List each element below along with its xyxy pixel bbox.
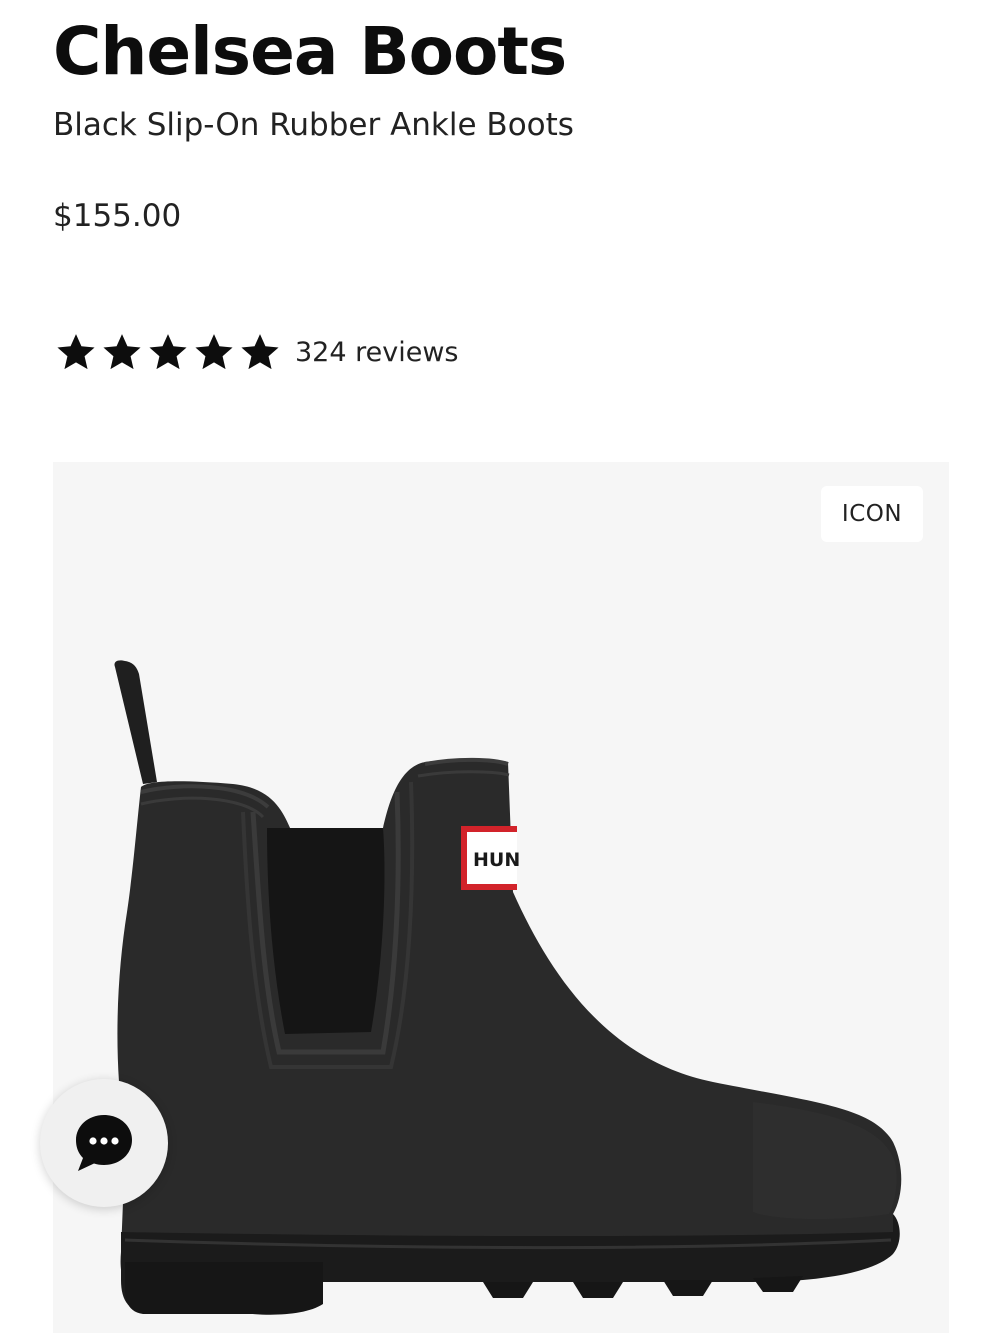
review-count-link[interactable]: 324 reviews: [295, 337, 458, 368]
icon-badge: ICON: [821, 486, 923, 542]
star-icon: [101, 331, 143, 373]
product-image-panel[interactable]: HUN ICON: [53, 462, 949, 1333]
star-icon: [239, 331, 281, 373]
star-icon: [147, 331, 189, 373]
svg-text:HUN: HUN: [473, 849, 520, 871]
chat-bubble-icon: [72, 1111, 136, 1175]
product-title: Chelsea Boots: [53, 13, 567, 90]
rating-row[interactable]: 324 reviews: [55, 327, 458, 377]
product-subtitle: Black Slip-On Rubber Ankle Boots: [53, 107, 574, 143]
hunter-logo-tag: HUN: [461, 826, 520, 890]
product-price: $155.00: [53, 198, 182, 234]
chat-button[interactable]: [40, 1079, 168, 1207]
star-icon: [55, 331, 97, 373]
star-icon: [193, 331, 235, 373]
product-image-boot: HUN: [114, 660, 902, 1315]
